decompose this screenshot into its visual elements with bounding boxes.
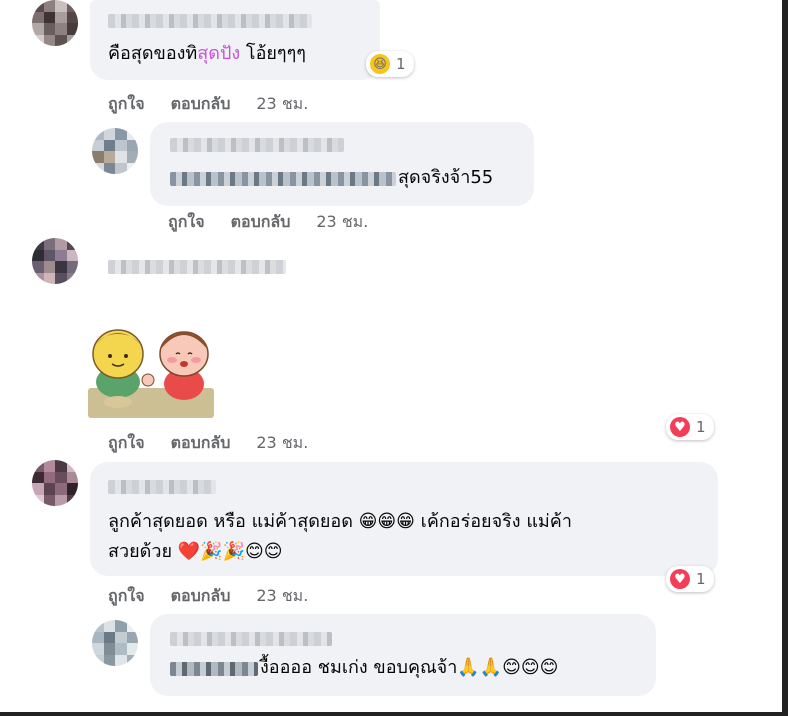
avatar[interactable] [92,620,138,666]
avatar[interactable] [32,238,78,284]
laugh-reaction-icon: 😆 [370,54,390,74]
author-name-blurred[interactable] [170,632,332,646]
comment-text-line-1: ลูกค้าสุดยอด หรือ แม่ค้าสุดยอด 😁😁😁 เค้กอ… [108,511,572,532]
timestamp[interactable]: 23 ชม. [256,431,308,456]
comment-bubble: คือสุดของทิสุดปัง โอ้ยๆๆๆ [90,0,380,80]
avatar[interactable] [32,0,78,46]
avatar[interactable] [92,128,138,174]
window-edge [0,712,788,716]
boy-head [92,329,144,379]
timestamp[interactable]: 23 ชม. [256,92,308,117]
comment-text-line-2: สวยด้วย ❤️🎉🎉😊😊 [108,541,283,562]
heart-reaction-icon: ♥ [670,417,690,437]
timestamp[interactable]: 23 ชม. [256,584,308,609]
reply-button[interactable]: ตอบกลับ [231,210,291,235]
reaction-summary[interactable]: ♥ 1 [666,566,714,592]
comment-actions: ถูกใจ ตอบกลับ 23 ชม. [108,92,308,117]
like-button[interactable]: ถูกใจ [108,92,145,117]
author-name-blurred[interactable] [108,480,216,494]
comment-text: งื้ออออ ชมเก่ง ขอบคุณจ้า🙏🙏😊😊😊 [260,657,559,678]
comment-bubble: สุดจริงจ้า55 [150,122,534,206]
like-button[interactable]: ถูกใจ [168,210,205,235]
like-button[interactable]: ถูกใจ [108,431,145,456]
comment-text: คือสุดของทิสุดปัง โอ้ยๆๆๆ [108,43,306,64]
like-button[interactable]: ถูกใจ [108,584,145,609]
comment-text: สุดจริงจ้า55 [398,167,494,188]
two-kids-sticker [88,329,214,418]
reply-button[interactable]: ตอบกลับ [171,584,231,609]
reaction-summary[interactable]: ♥ 1 [666,414,714,440]
author-name-blurred[interactable] [108,14,312,28]
reaction-count: 1 [396,55,406,73]
comment-bubble: ลูกค้าสุดยอด หรือ แม่ค้าสุดยอด 😁😁😁 เค้กอ… [90,462,718,576]
comment-actions: ถูกใจ ตอบกลับ 23 ชม. [108,584,308,609]
heart-reaction-icon: ♥ [670,569,690,589]
reply-button[interactable]: ตอบกลับ [171,92,231,117]
reaction-count: 1 [696,570,706,588]
blurred-mention [170,172,396,186]
scrollbar[interactable] [782,0,788,716]
comment-bubble: งื้ออออ ชมเก่ง ขอบคุณจ้า🙏🙏😊😊😊 [150,614,656,696]
timestamp[interactable]: 23 ชม. [316,210,368,235]
comment-actions: ถูกใจ ตอบกลับ 23 ชม. [108,431,308,456]
comment-actions: ถูกใจ ตอบกลับ 23 ชม. [168,210,368,235]
avatar[interactable] [32,460,78,506]
highlighted-text: สุดปัง [197,43,241,64]
author-name-blurred[interactable] [108,260,286,274]
author-name-blurred[interactable] [170,138,344,152]
reaction-summary[interactable]: 😆 1 [366,51,414,77]
reaction-count: 1 [696,418,706,436]
reply-button[interactable]: ตอบกลับ [171,431,231,456]
blurred-mention [170,662,258,676]
